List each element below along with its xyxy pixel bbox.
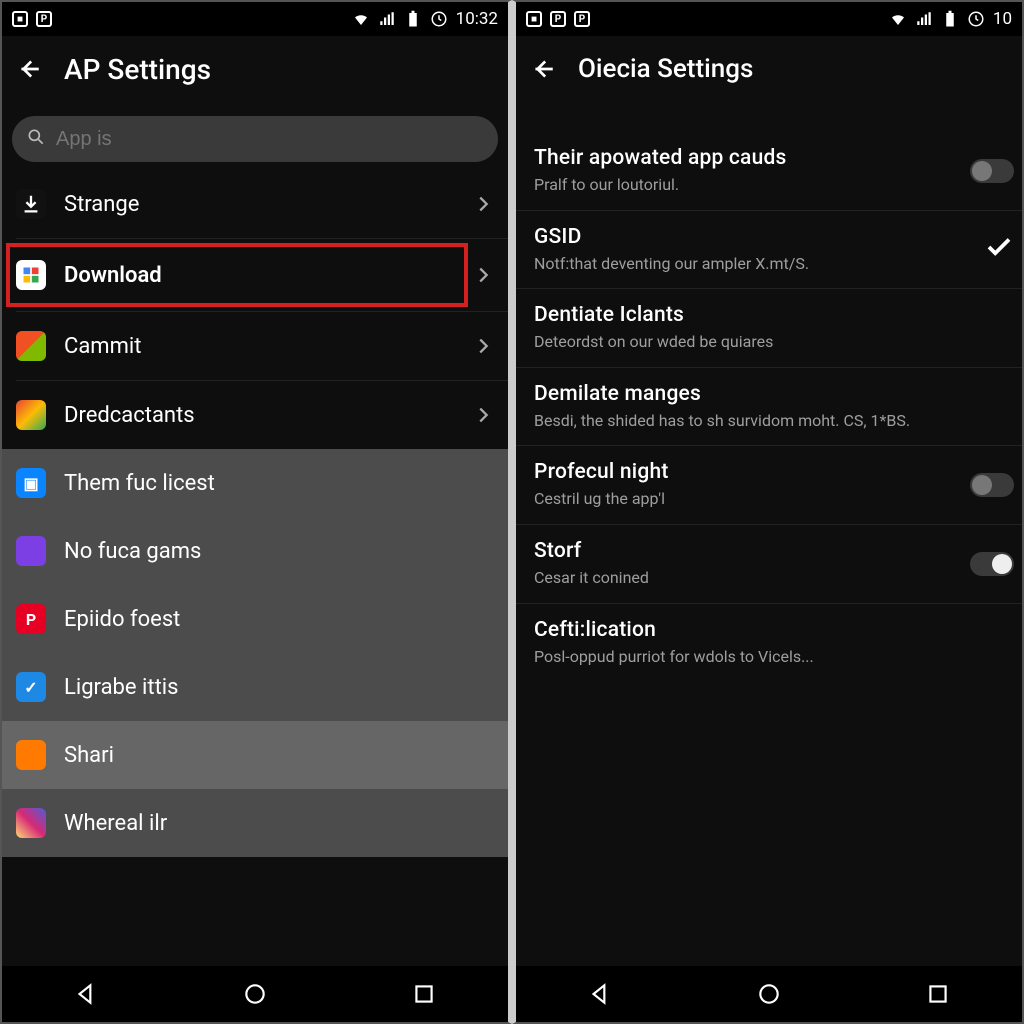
page-title: Oiecia Settings xyxy=(578,54,753,84)
app-icon: ✓ xyxy=(16,672,46,702)
app-icon: ▣ xyxy=(16,468,46,498)
list-item-label: Them fuc licest xyxy=(64,471,494,496)
nav-home-button[interactable] xyxy=(233,972,277,1016)
download-arrow-icon xyxy=(16,189,46,219)
nav-recent-button[interactable] xyxy=(916,972,960,1016)
app-list: Strange Download Cammit Dre xyxy=(2,170,508,966)
app-bar: AP Settings xyxy=(2,36,508,102)
setting-row[interactable]: Profecul night Cestril ug the app'l xyxy=(516,446,1022,525)
battery-icon xyxy=(404,10,422,28)
nav-back-button[interactable] xyxy=(578,972,622,1016)
app-icon xyxy=(16,808,46,838)
phone-left: ■ P 10:32 AP Settings xyxy=(0,0,512,1024)
setting-row[interactable]: Cefti:lication Posl-oppud purriot for wd… xyxy=(516,604,1022,682)
list-item-label: Whereal ilr xyxy=(64,811,494,836)
setting-title: Cefti:lication xyxy=(534,618,1004,642)
list-item-label: Download xyxy=(64,263,472,288)
list-item-label: Ligrabe ittis xyxy=(64,675,494,700)
app-icon xyxy=(16,400,46,430)
status-icon: P xyxy=(574,11,590,27)
status-icon: P xyxy=(36,11,52,27)
list-item[interactable]: Strange xyxy=(2,170,508,238)
status-bar: ■ P P 10 xyxy=(516,2,1022,36)
setting-title: Profecul night xyxy=(534,460,1004,484)
setting-title: Dentiate Iclants xyxy=(534,303,1004,327)
search-bar[interactable] xyxy=(12,116,498,162)
chevron-right-icon xyxy=(472,404,494,426)
phone-right: ■ P P 10 Oiecia Settings Their apowated … xyxy=(512,0,1024,1024)
setting-title: Storf xyxy=(534,539,1004,563)
settings-list: Their apowated app cauds Pralf to our lo… xyxy=(516,102,1022,966)
battery-icon xyxy=(941,10,959,28)
setting-subtitle: Besdi, the shided has to sh survidom moh… xyxy=(534,410,1004,432)
list-item[interactable]: Cammit xyxy=(2,312,508,380)
list-item-label: No fuca gams xyxy=(64,539,494,564)
chevron-right-icon xyxy=(472,193,494,215)
list-item-label: Dredcactants xyxy=(64,403,472,428)
list-item-label: Shari xyxy=(64,743,494,768)
status-time: 10 xyxy=(993,9,1012,29)
nav-back-button[interactable] xyxy=(64,972,108,1016)
app-icon xyxy=(16,536,46,566)
toggle-switch[interactable] xyxy=(970,159,1014,183)
status-icon: ■ xyxy=(526,11,542,27)
cell-signal-icon xyxy=(915,10,933,28)
cell-signal-icon xyxy=(378,10,396,28)
app-icon: P xyxy=(16,604,46,634)
nav-bar xyxy=(516,966,1022,1022)
wifi-icon xyxy=(352,10,370,28)
setting-subtitle: Posl-oppud purriot for wdols to Vicels..… xyxy=(534,646,1004,668)
toggle-switch[interactable] xyxy=(970,552,1014,576)
wifi-icon xyxy=(889,10,907,28)
list-item[interactable]: ▣ Them fuc licest xyxy=(2,449,508,517)
list-item[interactable]: Whereal ilr xyxy=(2,789,508,857)
app-icon xyxy=(16,260,46,290)
nav-home-button[interactable] xyxy=(747,972,791,1016)
list-item[interactable]: Dredcactants xyxy=(2,381,508,449)
setting-subtitle: Pralf to our loutoriul. xyxy=(534,174,1004,196)
app-icon xyxy=(16,740,46,770)
setting-title: GSID xyxy=(534,225,1004,249)
list-item[interactable]: No fuca gams xyxy=(2,517,508,585)
clock-icon xyxy=(967,10,985,28)
nav-bar xyxy=(2,966,508,1022)
check-icon xyxy=(984,232,1014,266)
list-item[interactable]: Shari xyxy=(2,721,508,789)
toggle-switch[interactable] xyxy=(970,473,1014,497)
setting-subtitle: Cestril ug the app'l xyxy=(534,488,1004,510)
list-item-label: Epiido foest xyxy=(64,607,494,632)
list-item-download[interactable]: Download xyxy=(2,239,508,311)
chevron-right-icon xyxy=(472,264,494,286)
setting-title: Demilate manges xyxy=(534,382,1004,406)
setting-row[interactable]: Storf Cesar it conined xyxy=(516,525,1022,604)
back-button[interactable] xyxy=(526,52,560,86)
status-icon: P xyxy=(550,11,566,27)
setting-row[interactable]: Their apowated app cauds Pralf to our lo… xyxy=(516,132,1022,211)
search-input[interactable] xyxy=(56,128,484,151)
clock-icon xyxy=(430,10,448,28)
list-item[interactable]: P Epiido foest xyxy=(2,585,508,653)
app-bar: Oiecia Settings xyxy=(516,36,1022,102)
setting-subtitle: Cesar it conined xyxy=(534,567,1004,589)
search-icon xyxy=(26,127,46,151)
setting-subtitle: Deteordst on our wded be quiares xyxy=(534,331,1004,353)
status-bar: ■ P 10:32 xyxy=(2,2,508,36)
list-item-label: Strange xyxy=(64,192,472,217)
setting-row[interactable]: Dentiate Iclants Deteordst on our wded b… xyxy=(516,289,1022,368)
list-item-label: Cammit xyxy=(64,334,472,359)
setting-row[interactable]: Demilate manges Besdi, the shided has to… xyxy=(516,368,1022,447)
setting-row[interactable]: GSID Notf:that deventing our ampler X.mt… xyxy=(516,211,1022,290)
page-title: AP Settings xyxy=(64,53,211,86)
setting-title: Their apowated app cauds xyxy=(534,146,1004,170)
status-time: 10:32 xyxy=(456,9,498,29)
chevron-right-icon xyxy=(472,335,494,357)
back-button[interactable] xyxy=(12,52,46,86)
nav-recent-button[interactable] xyxy=(402,972,446,1016)
app-icon xyxy=(16,331,46,361)
setting-subtitle: Notf:that deventing our ampler X.mt/S. xyxy=(534,253,1004,275)
status-icon: ■ xyxy=(12,11,28,27)
shaded-section: ▣ Them fuc licest No fuca gams P Epiido … xyxy=(2,449,508,857)
list-item[interactable]: ✓ Ligrabe ittis xyxy=(2,653,508,721)
